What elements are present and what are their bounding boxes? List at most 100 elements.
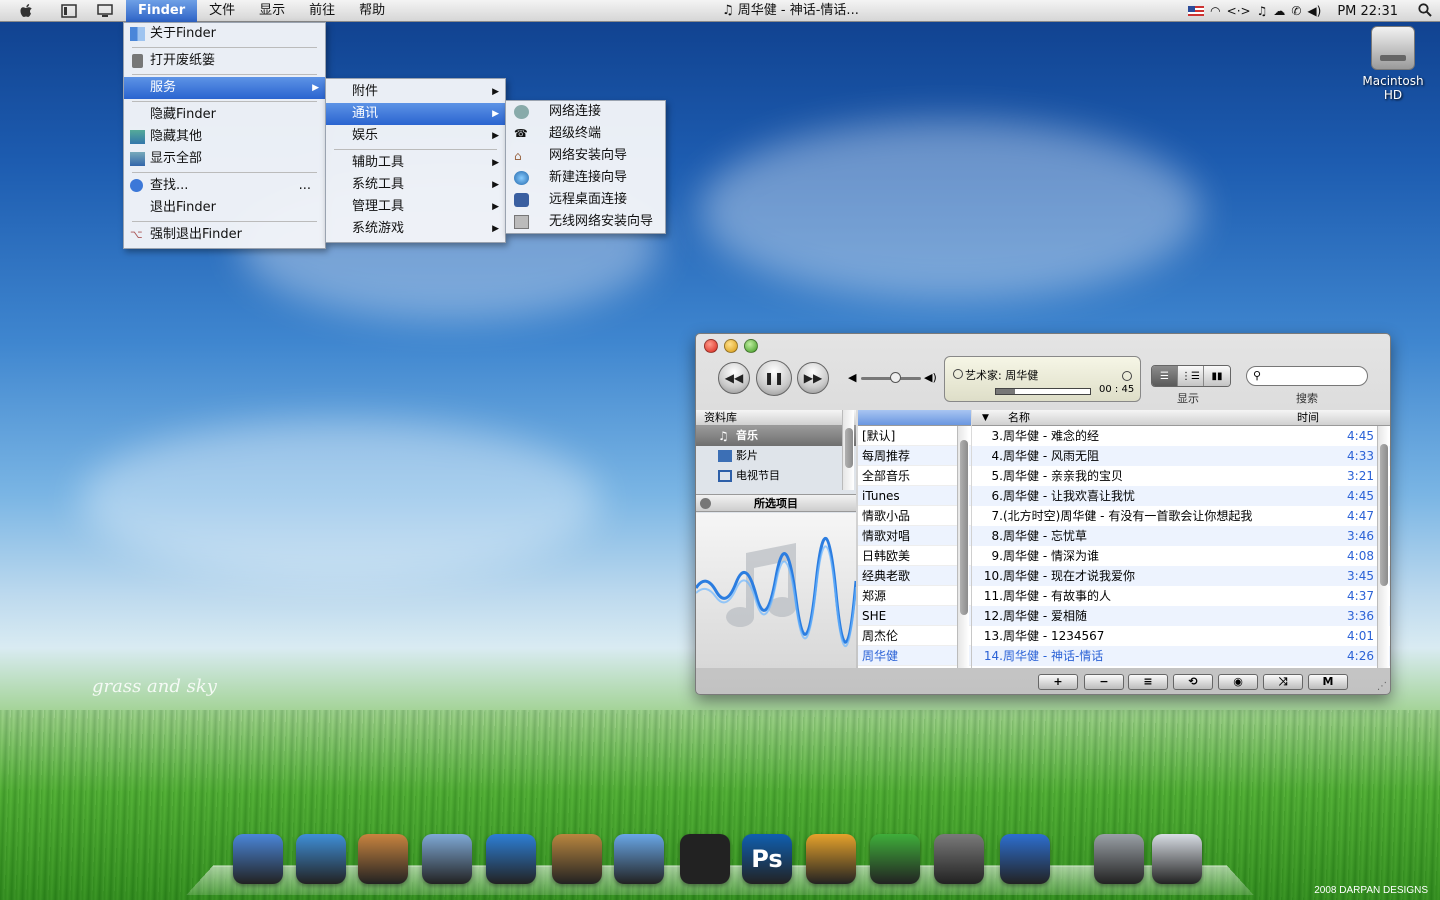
genre-item[interactable]: 周华健 — [858, 646, 971, 666]
song-row[interactable]: 4.周华健 - 风雨无阻 4:33 — [972, 446, 1390, 467]
menu-finder[interactable]: Finder — [126, 0, 198, 22]
pause-button[interactable]: ❚❚ — [756, 360, 792, 396]
menu-item-show-all[interactable]: 显示全部 — [124, 148, 325, 170]
scroll-thumb[interactable] — [845, 428, 853, 468]
song-row[interactable]: 9.周华健 - 情深为谁 4:08 — [972, 546, 1390, 567]
add-playlist-button[interactable]: + — [1038, 674, 1078, 690]
genre-item[interactable]: 情歌小品 — [858, 506, 971, 526]
remove-button[interactable]: − — [1084, 674, 1124, 690]
wifi-icon[interactable]: ◠ — [1210, 4, 1220, 18]
safari-icon[interactable] — [296, 834, 346, 884]
menu-item-new-connection-wizard[interactable]: 新建连接向导 — [506, 167, 665, 189]
mini-button[interactable]: M — [1308, 674, 1348, 690]
genre-item[interactable]: SHE — [858, 606, 971, 626]
clock[interactable]: PM 22:31 — [1337, 4, 1398, 19]
music-icon[interactable]: ♫ — [1257, 4, 1268, 18]
menu-item-hide-finder[interactable]: 隐藏Finder — [124, 104, 325, 126]
song-row[interactable]: 3.周华健 - 难念的经 4:45 — [972, 426, 1390, 447]
genre-item[interactable]: iTunes — [858, 486, 971, 506]
genre-item[interactable]: 情歌对唱 — [858, 526, 971, 546]
folder-icon[interactable] — [422, 834, 472, 884]
menu-item-open-trash[interactable]: 打开废纸篓 — [124, 50, 325, 72]
menu-item-network-setup-wizard[interactable]: ⌂ 网络安装向导 — [506, 145, 665, 167]
volume-icon[interactable]: ◀) — [1307, 4, 1321, 18]
finder-icon[interactable] — [233, 834, 283, 884]
coverflow-view-button[interactable]: ▮▮ — [1204, 366, 1230, 386]
menu-item-admin-tools[interactable]: 管理工具 ▶ — [326, 196, 505, 218]
scroll-thumb[interactable] — [1380, 444, 1388, 586]
menu-item-accessories[interactable]: 附件 ▶ — [326, 81, 505, 103]
spotlight-icon[interactable] — [1418, 2, 1432, 20]
shuffle-button[interactable]: ⤨ — [1263, 674, 1303, 690]
menu-item-entertainment[interactable]: 娱乐 ▶ — [326, 125, 505, 147]
song-row[interactable]: 11.周华健 - 有故事的人 4:37 — [972, 586, 1390, 607]
genre-item[interactable]: 每周推荐 — [858, 446, 971, 466]
column-name[interactable]: 名称 — [1008, 410, 1030, 426]
source-movies[interactable]: 影片 — [696, 446, 856, 466]
windows-icon[interactable] — [1152, 834, 1202, 884]
song-row[interactable]: 13.周华健 - 1234567 4:01 — [972, 626, 1390, 647]
progress-bar[interactable] — [995, 388, 1091, 395]
song-row[interactable]: 10.周华健 - 现在才说我爱你 3:45 — [972, 566, 1390, 587]
scroll-thumb[interactable] — [960, 440, 968, 615]
menu-item-quit-finder[interactable]: 退出Finder — [124, 197, 325, 219]
grouped-view-button[interactable]: ⋮☰ — [1178, 366, 1204, 386]
menu-item-about-finder[interactable]: 关于Finder — [124, 23, 325, 45]
itunes-icon[interactable] — [614, 834, 664, 884]
now-playing[interactable]: ♫ 周华健 - 神话-情话... — [722, 0, 859, 22]
menu-item-wireless-wizard[interactable]: 无线网络安装向导 — [506, 211, 665, 233]
system-preferences-icon[interactable] — [934, 834, 984, 884]
genre-item[interactable]: [默认] — [858, 426, 971, 446]
song-row[interactable]: 8.周华健 - 忘忧草 3:46 — [972, 526, 1390, 547]
repeat-button[interactable]: ⟲ — [1173, 674, 1213, 690]
resize-grip-icon[interactable]: ⋰ — [1377, 681, 1387, 692]
source-tv-shows[interactable]: 电视节目 — [696, 466, 856, 486]
disclosure-icon[interactable] — [700, 498, 711, 509]
office-icon[interactable] — [806, 834, 856, 884]
song-row[interactable]: 5.周华健 - 亲亲我的宝贝 3:21 — [972, 466, 1390, 487]
zoom-button[interactable] — [744, 339, 758, 353]
source-scrollbar[interactable] — [842, 410, 854, 490]
genre-item[interactable]: 郑源 — [858, 586, 971, 606]
genre-item[interactable]: 全部音乐 — [858, 466, 971, 486]
menu-item-find[interactable]: 查找...... — [124, 175, 325, 197]
menu-item-games[interactable]: 系统游戏 ▶ — [326, 218, 505, 240]
list-view-button[interactable]: ☰ — [1152, 366, 1178, 386]
sync-icon[interactable]: <·> — [1227, 4, 1251, 18]
source-music[interactable]: ♫ 音乐 — [696, 426, 856, 446]
song-scrollbar[interactable] — [1377, 426, 1389, 668]
download-icon[interactable] — [870, 834, 920, 884]
volume-knob[interactable] — [890, 372, 901, 383]
menu-item-force-quit[interactable]: ⌥ 强制退出Finder — [124, 224, 325, 246]
next-button[interactable]: ▶▶ — [797, 362, 829, 394]
song-row[interactable]: 14.周华健 - 神话-情话 4:26 — [972, 646, 1390, 667]
genre-item[interactable]: 经典老歌 — [858, 566, 971, 586]
menu-item-communications[interactable]: 通讯 ▶ — [326, 103, 505, 125]
menu-item-network-connections[interactable]: 网络连接 — [506, 101, 665, 123]
menu-item-system-tools[interactable]: 系统工具 ▶ — [326, 174, 505, 196]
previous-button[interactable]: ◀◀ — [718, 362, 750, 394]
photoshop-icon[interactable]: Ps — [742, 834, 792, 884]
iphoto-icon[interactable] — [358, 834, 408, 884]
menu-item-hyperterminal[interactable]: ☎ 超级终端 — [506, 123, 665, 145]
search-input[interactable]: ⚲ — [1246, 366, 1368, 386]
address-book-icon[interactable] — [552, 834, 602, 884]
menu-item-accessibility[interactable]: 辅助工具 ▶ — [326, 152, 505, 174]
menu-item-remote-desktop[interactable]: 远程桌面连接 — [506, 189, 665, 211]
song-row[interactable]: 6.周华健 - 让我欢喜让我忧 4:45 — [972, 486, 1390, 507]
qq-icon[interactable] — [680, 834, 730, 884]
song-row[interactable]: 7.(北方时空)周华健 - 有没有一首歌会让你想起我 4:47 — [972, 506, 1390, 527]
genre-item[interactable]: 日韩欧美 — [858, 546, 971, 566]
close-button[interactable] — [704, 339, 718, 353]
macintosh-hd[interactable]: Macintosh HD — [1352, 26, 1434, 102]
menu-go[interactable]: 前往 — [297, 0, 347, 22]
menu-item-hide-others[interactable]: 隐藏其他 — [124, 126, 325, 148]
media-player-icon[interactable] — [1000, 834, 1050, 884]
quicktime-icon[interactable] — [486, 834, 536, 884]
lcd-right-icon[interactable] — [1122, 371, 1132, 381]
phone-icon[interactable]: ✆ — [1291, 4, 1301, 18]
menu-view[interactable]: 显示 — [247, 0, 297, 22]
menu-help[interactable]: 帮助 — [347, 0, 397, 22]
flag-us-icon[interactable] — [1188, 6, 1205, 16]
genre-item[interactable]: 周杰伦 — [858, 626, 971, 646]
